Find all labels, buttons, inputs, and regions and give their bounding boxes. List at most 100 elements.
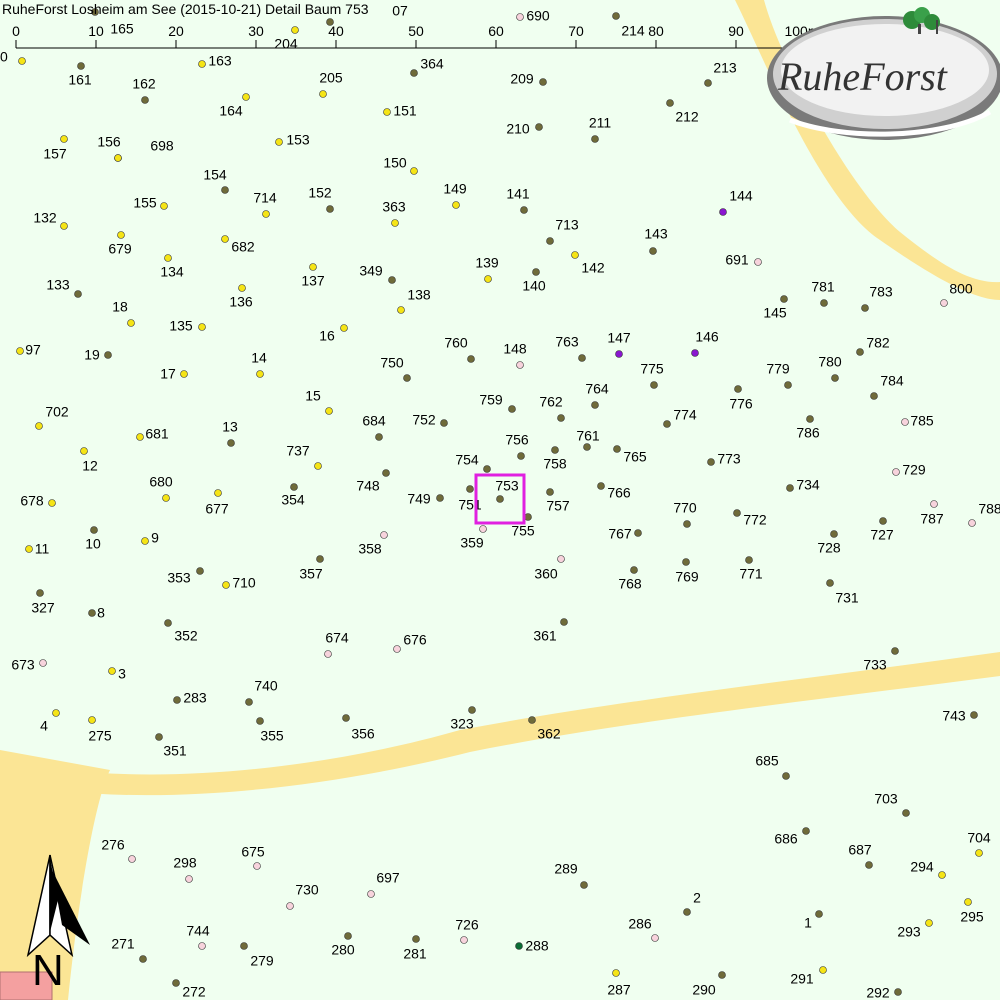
- scale-tick-label: 80: [648, 23, 664, 39]
- tree-marker: [782, 772, 790, 780]
- tree-marker: [326, 205, 334, 213]
- tree-marker: [806, 415, 814, 423]
- tree-label: 351: [163, 743, 187, 759]
- tree-marker: [754, 258, 762, 266]
- tree-label: 779: [766, 361, 790, 377]
- tree-marker: [707, 458, 715, 466]
- tree-label: 142: [581, 260, 605, 276]
- tree-label: 9: [151, 530, 159, 546]
- tree-marker: [894, 988, 902, 996]
- tree-label: 154: [203, 167, 227, 183]
- tree-label: 676: [403, 632, 427, 648]
- tree-marker: [375, 433, 383, 441]
- tree-marker: [382, 469, 390, 477]
- tree-marker: [383, 108, 391, 116]
- tree-label: 733: [863, 657, 887, 673]
- tree-label: 287: [607, 982, 631, 998]
- tree-label: 358: [358, 541, 382, 557]
- tree-label: 151: [393, 103, 417, 119]
- tree-label: 755: [511, 523, 535, 539]
- tree-marker: [164, 619, 172, 627]
- tree-marker: [557, 414, 565, 422]
- tree-label: 682: [231, 239, 255, 255]
- tree-label: 141: [506, 186, 530, 202]
- tree-label: 773: [717, 451, 741, 467]
- tree-label: 211: [589, 115, 612, 131]
- tree-marker: [557, 555, 565, 563]
- tree-marker: [60, 222, 68, 230]
- tree-marker: [691, 349, 699, 357]
- tree-label: 771: [739, 566, 763, 582]
- tree-marker: [391, 219, 399, 227]
- tree-marker: [325, 407, 333, 415]
- forest-map[interactable]: 0102030405060708090100m 6016116316220536…: [0, 0, 1000, 1000]
- tree-marker: [60, 135, 68, 143]
- tree-label: 704: [967, 830, 991, 846]
- tree-marker: [468, 706, 476, 714]
- tree-label: 702: [45, 404, 69, 420]
- tree-label: 730: [295, 882, 319, 898]
- tree-marker: [539, 78, 547, 86]
- tree-marker: [892, 468, 900, 476]
- tree-label: 752: [412, 412, 436, 428]
- tree-label: 714: [253, 190, 277, 206]
- tree-label: 769: [675, 569, 699, 585]
- tree-label: 275: [88, 728, 112, 744]
- tree-marker: [612, 969, 620, 977]
- tree-marker: [733, 509, 741, 517]
- tree-label: 2: [693, 890, 701, 906]
- tree-label: 295: [960, 909, 984, 925]
- tree-marker: [925, 919, 933, 927]
- tree-label: 754: [455, 452, 479, 468]
- tree-label: 165: [110, 21, 134, 37]
- tree-label: 140: [522, 278, 546, 294]
- tree-marker: [460, 936, 468, 944]
- tree-marker: [819, 966, 827, 974]
- tree-label: 362: [537, 726, 561, 742]
- tree-marker: [104, 351, 112, 359]
- tree-marker: [826, 579, 834, 587]
- tree-marker: [326, 18, 334, 26]
- tree-label: 675: [241, 844, 265, 860]
- tree-label: 14: [251, 350, 267, 366]
- tree-label: 157: [43, 146, 67, 162]
- tree-label: 788: [978, 501, 1000, 517]
- tree-label: 19: [84, 347, 100, 363]
- tree-label: 18: [112, 299, 128, 315]
- tree-marker: [36, 589, 44, 597]
- tree-label: 327: [31, 600, 55, 616]
- tree-label: 289: [554, 861, 578, 877]
- tree-marker: [861, 304, 869, 312]
- tree-label: 152: [308, 185, 332, 201]
- tree-marker: [452, 201, 460, 209]
- tree-marker: [938, 871, 946, 879]
- tree-label: 677: [205, 501, 229, 517]
- tree-label: 678: [20, 493, 44, 509]
- tree-label: 204: [274, 36, 298, 52]
- tree-label: 698: [150, 138, 174, 154]
- scale-tick-label: 0: [12, 23, 20, 39]
- tree-label: 729: [902, 462, 926, 478]
- tree-marker: [683, 520, 691, 528]
- tree-marker: [290, 483, 298, 491]
- tree-marker: [393, 645, 401, 653]
- tree-marker: [180, 370, 188, 378]
- tree-marker: [117, 231, 125, 239]
- tree-label: 133: [46, 277, 70, 293]
- tree-label: 748: [356, 478, 380, 494]
- tree-marker: [286, 902, 294, 910]
- tree-marker: [591, 135, 599, 143]
- tree-marker: [802, 827, 810, 835]
- tree-label: 767: [608, 526, 632, 542]
- tree-marker: [870, 392, 878, 400]
- tree-marker: [930, 500, 938, 508]
- tree-label: 765: [623, 449, 647, 465]
- scale-tick-label: 70: [568, 23, 584, 39]
- tree-label: 731: [835, 590, 859, 606]
- tree-label: 13: [222, 419, 238, 435]
- tree-marker: [214, 489, 222, 497]
- tree-label: 163: [208, 53, 232, 69]
- tree-label: 349: [359, 263, 383, 279]
- tree-marker: [571, 251, 579, 259]
- tree-label: 298: [173, 855, 197, 871]
